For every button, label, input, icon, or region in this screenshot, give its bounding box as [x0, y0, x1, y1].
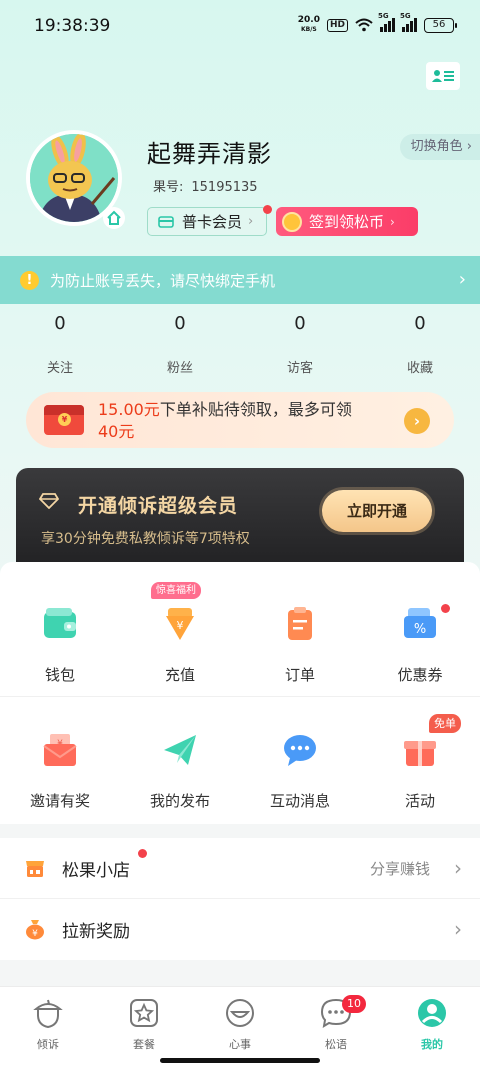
tab-confide[interactable]: 倾诉: [0, 987, 96, 1072]
diamond-icon: [39, 493, 59, 509]
invite-entry[interactable]: ¥ 邀请有奖: [0, 730, 120, 811]
subsidy-text: 15.00元下单补贴待领取，最多可领 40元: [98, 400, 352, 441]
recharge-entry[interactable]: ¥ 充值: [120, 604, 240, 685]
username: 起舞弄清影: [147, 140, 272, 168]
chevron-right-icon: ›: [466, 139, 472, 154]
acorn-icon: [33, 999, 63, 1029]
order-icon: [288, 607, 312, 640]
vip-open-button[interactable]: 立即开通: [322, 490, 432, 532]
subsidy-banner[interactable]: ¥ 15.00元下单补贴待领取，最多可领 40元 ›: [26, 392, 454, 448]
shop-icon: [26, 861, 44, 877]
divider: [0, 696, 480, 697]
home-indicator[interactable]: [160, 1058, 320, 1063]
signal-icon: 5G: [400, 12, 417, 32]
user-icon: [418, 999, 446, 1027]
home-icon[interactable]: [103, 207, 125, 229]
chevron-right-icon: ›: [454, 856, 462, 880]
list-item-referral[interactable]: ¥ 拉新奖励 ›: [0, 899, 480, 959]
net-speed: 20.0 KB/S: [297, 15, 320, 34]
svg-text:¥: ¥: [32, 929, 38, 939]
coupon-icon: %: [404, 608, 436, 638]
gift-icon: [404, 741, 436, 766]
stat-follow[interactable]: 0 关注: [0, 313, 120, 379]
stats-row: 0 关注 0 粉丝 0 访客 0 收藏: [0, 313, 480, 379]
hd-icon: HD: [326, 18, 348, 32]
chevron-right-icon: ›: [458, 269, 466, 290]
recharge-icon: ¥: [166, 608, 194, 640]
switch-role-button[interactable]: 切换角色 ›: [399, 134, 480, 160]
list-panel: 松果小店 分享赚钱 › ¥ 拉新奖励 ›: [0, 838, 480, 960]
feature-row-1: 钱包 ¥ 充值 订单 % 优惠券: [0, 604, 480, 685]
svg-text:¥: ¥: [177, 619, 184, 632]
messages-entry[interactable]: 互动消息: [240, 730, 360, 811]
feature-row-2: ¥ 邀请有奖 我的发布 互动消息: [0, 730, 480, 811]
chat-bubble-icon: [284, 735, 316, 766]
status-icons: 20.0 KB/S HD 5G 5G 56: [297, 12, 457, 34]
chevron-right-icon: ›: [454, 917, 462, 941]
order-entry[interactable]: 订单: [240, 604, 360, 685]
coupon-entry[interactable]: % 优惠券: [360, 604, 480, 685]
stat-fans[interactable]: 0 粉丝: [120, 313, 240, 379]
feature-grid: 钱包 ¥ 充值 订单 % 优惠券 邀请有奖 我的发布 互动消息 活动: [0, 562, 480, 824]
paper-plane-icon: [164, 735, 196, 765]
id-card-icon: [432, 70, 454, 82]
wallet-icon: [44, 608, 76, 638]
profile-card-button[interactable]: [426, 62, 460, 90]
battery-icon: 56: [424, 17, 457, 33]
star-box-icon: [130, 999, 158, 1027]
surprise-welfare-tag: 惊喜福利: [151, 582, 201, 599]
checkin-button[interactable]: 签到领松币 ›: [276, 207, 418, 236]
status-time: 19:38:39: [34, 16, 111, 36]
red-packet-icon: ¥: [44, 405, 84, 435]
chevron-right-icon: ›: [390, 214, 395, 229]
stat-visitors[interactable]: 0 访客: [240, 313, 360, 379]
signal-icon: 5G: [378, 12, 395, 32]
activity-entry[interactable]: 活动: [360, 730, 480, 811]
coin-icon: [282, 211, 302, 232]
notification-dot: [263, 205, 272, 214]
stat-favorites[interactable]: 0 收藏: [360, 313, 480, 379]
unread-badge: 10: [342, 995, 366, 1013]
warning-icon: !: [20, 270, 39, 290]
arrow-right-icon[interactable]: ›: [404, 408, 430, 434]
wifi-icon: [355, 18, 373, 32]
card-icon: [158, 215, 174, 228]
member-level-button[interactable]: 普卡会员 ›: [147, 207, 267, 236]
invite-icon: ¥: [43, 734, 77, 766]
smile-icon: [226, 999, 254, 1027]
user-id: 果号: 15195135: [153, 180, 258, 195]
wallet-entry[interactable]: 钱包: [0, 604, 120, 685]
vip-card: 开通倾诉超级会员 享30分钟免费私教倾诉等7项特权 立即开通: [16, 468, 464, 562]
status-bar: 19:38:39 20.0 KB/S HD 5G 5G 56: [0, 0, 480, 56]
vip-subtitle: 享30分钟免费私教倾诉等7项特权: [41, 531, 250, 547]
money-bag-icon: ¥: [26, 920, 44, 940]
my-publish-entry[interactable]: 我的发布: [120, 730, 240, 811]
vip-title: 开通倾诉超级会员: [78, 495, 239, 517]
chevron-right-icon: ›: [248, 214, 254, 229]
notification-dot: [441, 604, 450, 613]
list-item-shop[interactable]: 松果小店 分享赚钱 ›: [0, 838, 480, 898]
notification-dot: [138, 849, 147, 858]
free-order-tag: 免单: [429, 714, 461, 733]
svg-text:%: %: [414, 622, 426, 637]
tab-mine[interactable]: 我的: [384, 987, 480, 1072]
bind-phone-banner[interactable]: ! 为防止账号丢失，请尽快绑定手机 ›: [0, 256, 480, 304]
